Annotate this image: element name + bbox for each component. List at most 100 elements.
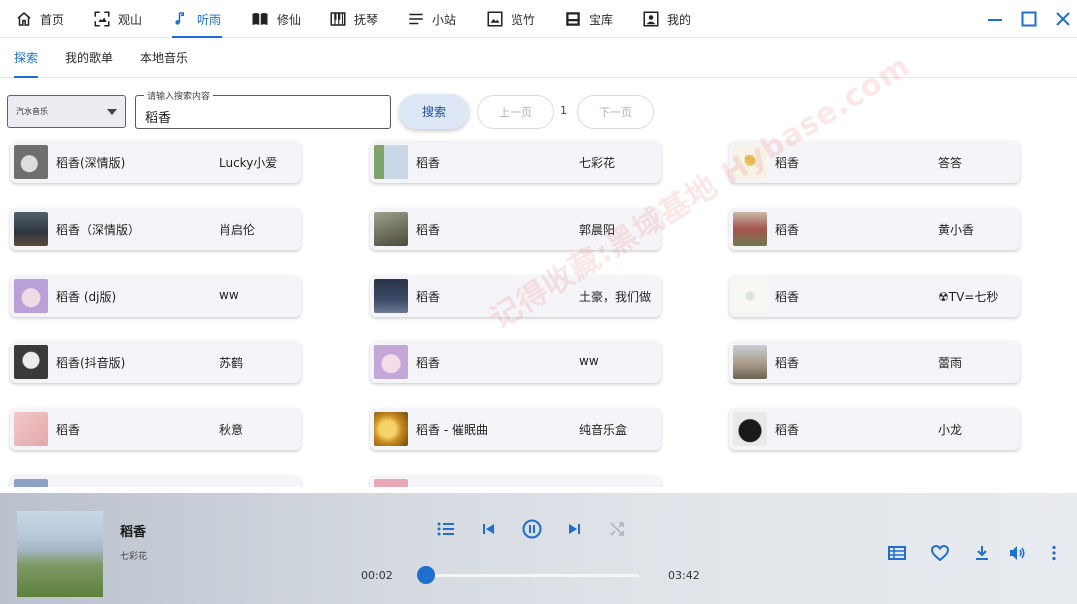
song-card[interactable]: 稻香 ☢TV=七秒 [729,275,1020,317]
song-title: 稻香 - 催眠曲 [416,423,488,437]
song-artist: 郭晨阳 [579,223,616,237]
song-artist: 答答 [938,156,963,170]
song-artist: 七彩花 [579,156,616,170]
queue-button[interactable] [885,541,909,565]
song-cover [374,479,408,487]
shuffle-button[interactable] [605,517,629,541]
music-note-icon [172,10,190,28]
list-icon [888,545,906,561]
nav-label: 我的 [667,12,692,27]
song-artist: ☢TV=七秒 [938,290,999,304]
song-card[interactable]: 稻香 答答 [729,141,1020,183]
volume-button[interactable] [1006,541,1030,565]
maximize-icon [1021,11,1037,27]
heart-icon [931,545,949,561]
song-artist: 小龙 [938,423,963,437]
song-title: 稻香 [775,290,800,304]
favorite-button[interactable] [928,541,952,565]
play-pause-button[interactable] [519,516,545,542]
song-card[interactable]: 稻香（深情版） 肖启伦 [10,208,301,250]
song-title: 稻香(深情版) [56,156,126,170]
now-playing-artist: 七彩花 [120,552,148,562]
song-card[interactable]: 稻香 (dj版) ww [10,275,301,317]
source-select[interactable]: 汽水音乐 [7,95,126,128]
download-icon [974,545,990,561]
song-card[interactable]: 稻香 土豪，我们做 [370,275,661,317]
song-title: 稻香 [416,356,441,370]
song-card[interactable] [370,475,661,487]
minimize-button[interactable] [982,6,1008,32]
nav-item-xiuxian[interactable]: 修仙 [250,0,301,38]
download-button[interactable] [970,541,994,565]
song-cover [733,212,767,246]
image-icon [486,10,504,28]
song-card[interactable] [10,475,301,487]
nav-item-fuqin[interactable]: 抚琴 [329,0,378,38]
next-page-button[interactable]: 下一页 [577,95,654,129]
playlist-icon [437,521,455,537]
song-card[interactable]: 稻香(深情版) Lucky小爱 [10,141,301,183]
song-cover [733,145,767,179]
search-input[interactable] [145,107,381,125]
nav-item-lanzhu[interactable]: 览竹 [486,0,535,38]
song-cover [14,279,48,313]
song-cover [14,145,48,179]
song-cover [374,345,408,379]
playlist-button[interactable] [434,517,458,541]
tab-my-playlists[interactable]: 我的歌单 [65,38,113,78]
song-card[interactable]: 稻香 小龙 [729,408,1020,450]
page-number: 1 [560,104,567,117]
scan-icon [93,10,111,28]
tab-explore[interactable]: 探索 [14,38,39,78]
song-card[interactable]: 稻香 蕾雨 [729,341,1020,383]
more-options-button[interactable] [1042,541,1066,565]
song-cover [14,212,48,246]
song-card[interactable]: 稻香 ww [370,341,661,383]
skip-next-icon [567,522,581,536]
menu-lines-icon [407,10,425,28]
prev-page-button[interactable]: 上一页 [477,95,554,129]
song-cover [374,212,408,246]
song-title: 稻香 [416,290,441,304]
song-title: 稻香 [416,223,441,237]
tab-local-music[interactable]: 本地音乐 [140,38,188,78]
nav-item-wode[interactable]: 我的 [642,0,691,38]
song-cover [733,412,767,446]
song-cover [14,479,48,487]
song-title: 稻香(抖音版) [56,356,126,370]
progress-slider-thumb[interactable] [417,566,435,584]
song-card[interactable]: 稻香(抖音版) 苏鹤 [10,341,301,383]
song-title: 稻香 [416,156,441,170]
search-button[interactable]: 搜索 [399,94,469,129]
next-track-button[interactable] [562,517,586,541]
piano-icon [329,10,347,28]
song-card[interactable]: 稻香 黄小香 [729,208,1020,250]
nav-item-guanshan[interactable]: 观山 [93,0,142,38]
progress-track[interactable] [426,574,639,577]
search-field[interactable]: 请输入搜索内容 [135,89,391,129]
total-time: 03:42 [668,569,700,582]
top-nav-bar: 首页 观山 听雨 修仙 抚琴 小站 览竹 宝库 我的 [0,0,1077,38]
nav-item-xiaozhan[interactable]: 小站 [407,0,456,38]
song-title: 稻香 (dj版) [56,290,117,304]
song-card[interactable]: 稻香 七彩花 [370,141,661,183]
current-time: 00:02 [361,569,393,582]
previous-track-button[interactable] [477,517,501,541]
nav-item-tingyu[interactable]: 听雨 [172,0,222,38]
nav-item-home[interactable]: 首页 [15,0,64,38]
song-cover [374,145,408,179]
song-card[interactable]: 稻香 郭晨阳 [370,208,661,250]
maximize-button[interactable] [1016,6,1042,32]
song-card[interactable]: 稻香 - 催眠曲 纯音乐盒 [370,408,661,450]
nav-label: 观山 [118,12,143,27]
close-button[interactable] [1050,6,1076,32]
shuffle-icon [609,521,625,537]
song-card[interactable]: 稻香 秋意 [10,408,301,450]
now-playing-cover [17,511,103,597]
nav-label: 小站 [432,12,457,27]
source-select-value: 汽水音乐 [16,107,48,116]
volume-icon [1009,545,1027,561]
song-title: 稻香 [775,423,800,437]
nav-label: 修仙 [277,12,302,27]
nav-item-baoku[interactable]: 宝库 [564,0,613,38]
